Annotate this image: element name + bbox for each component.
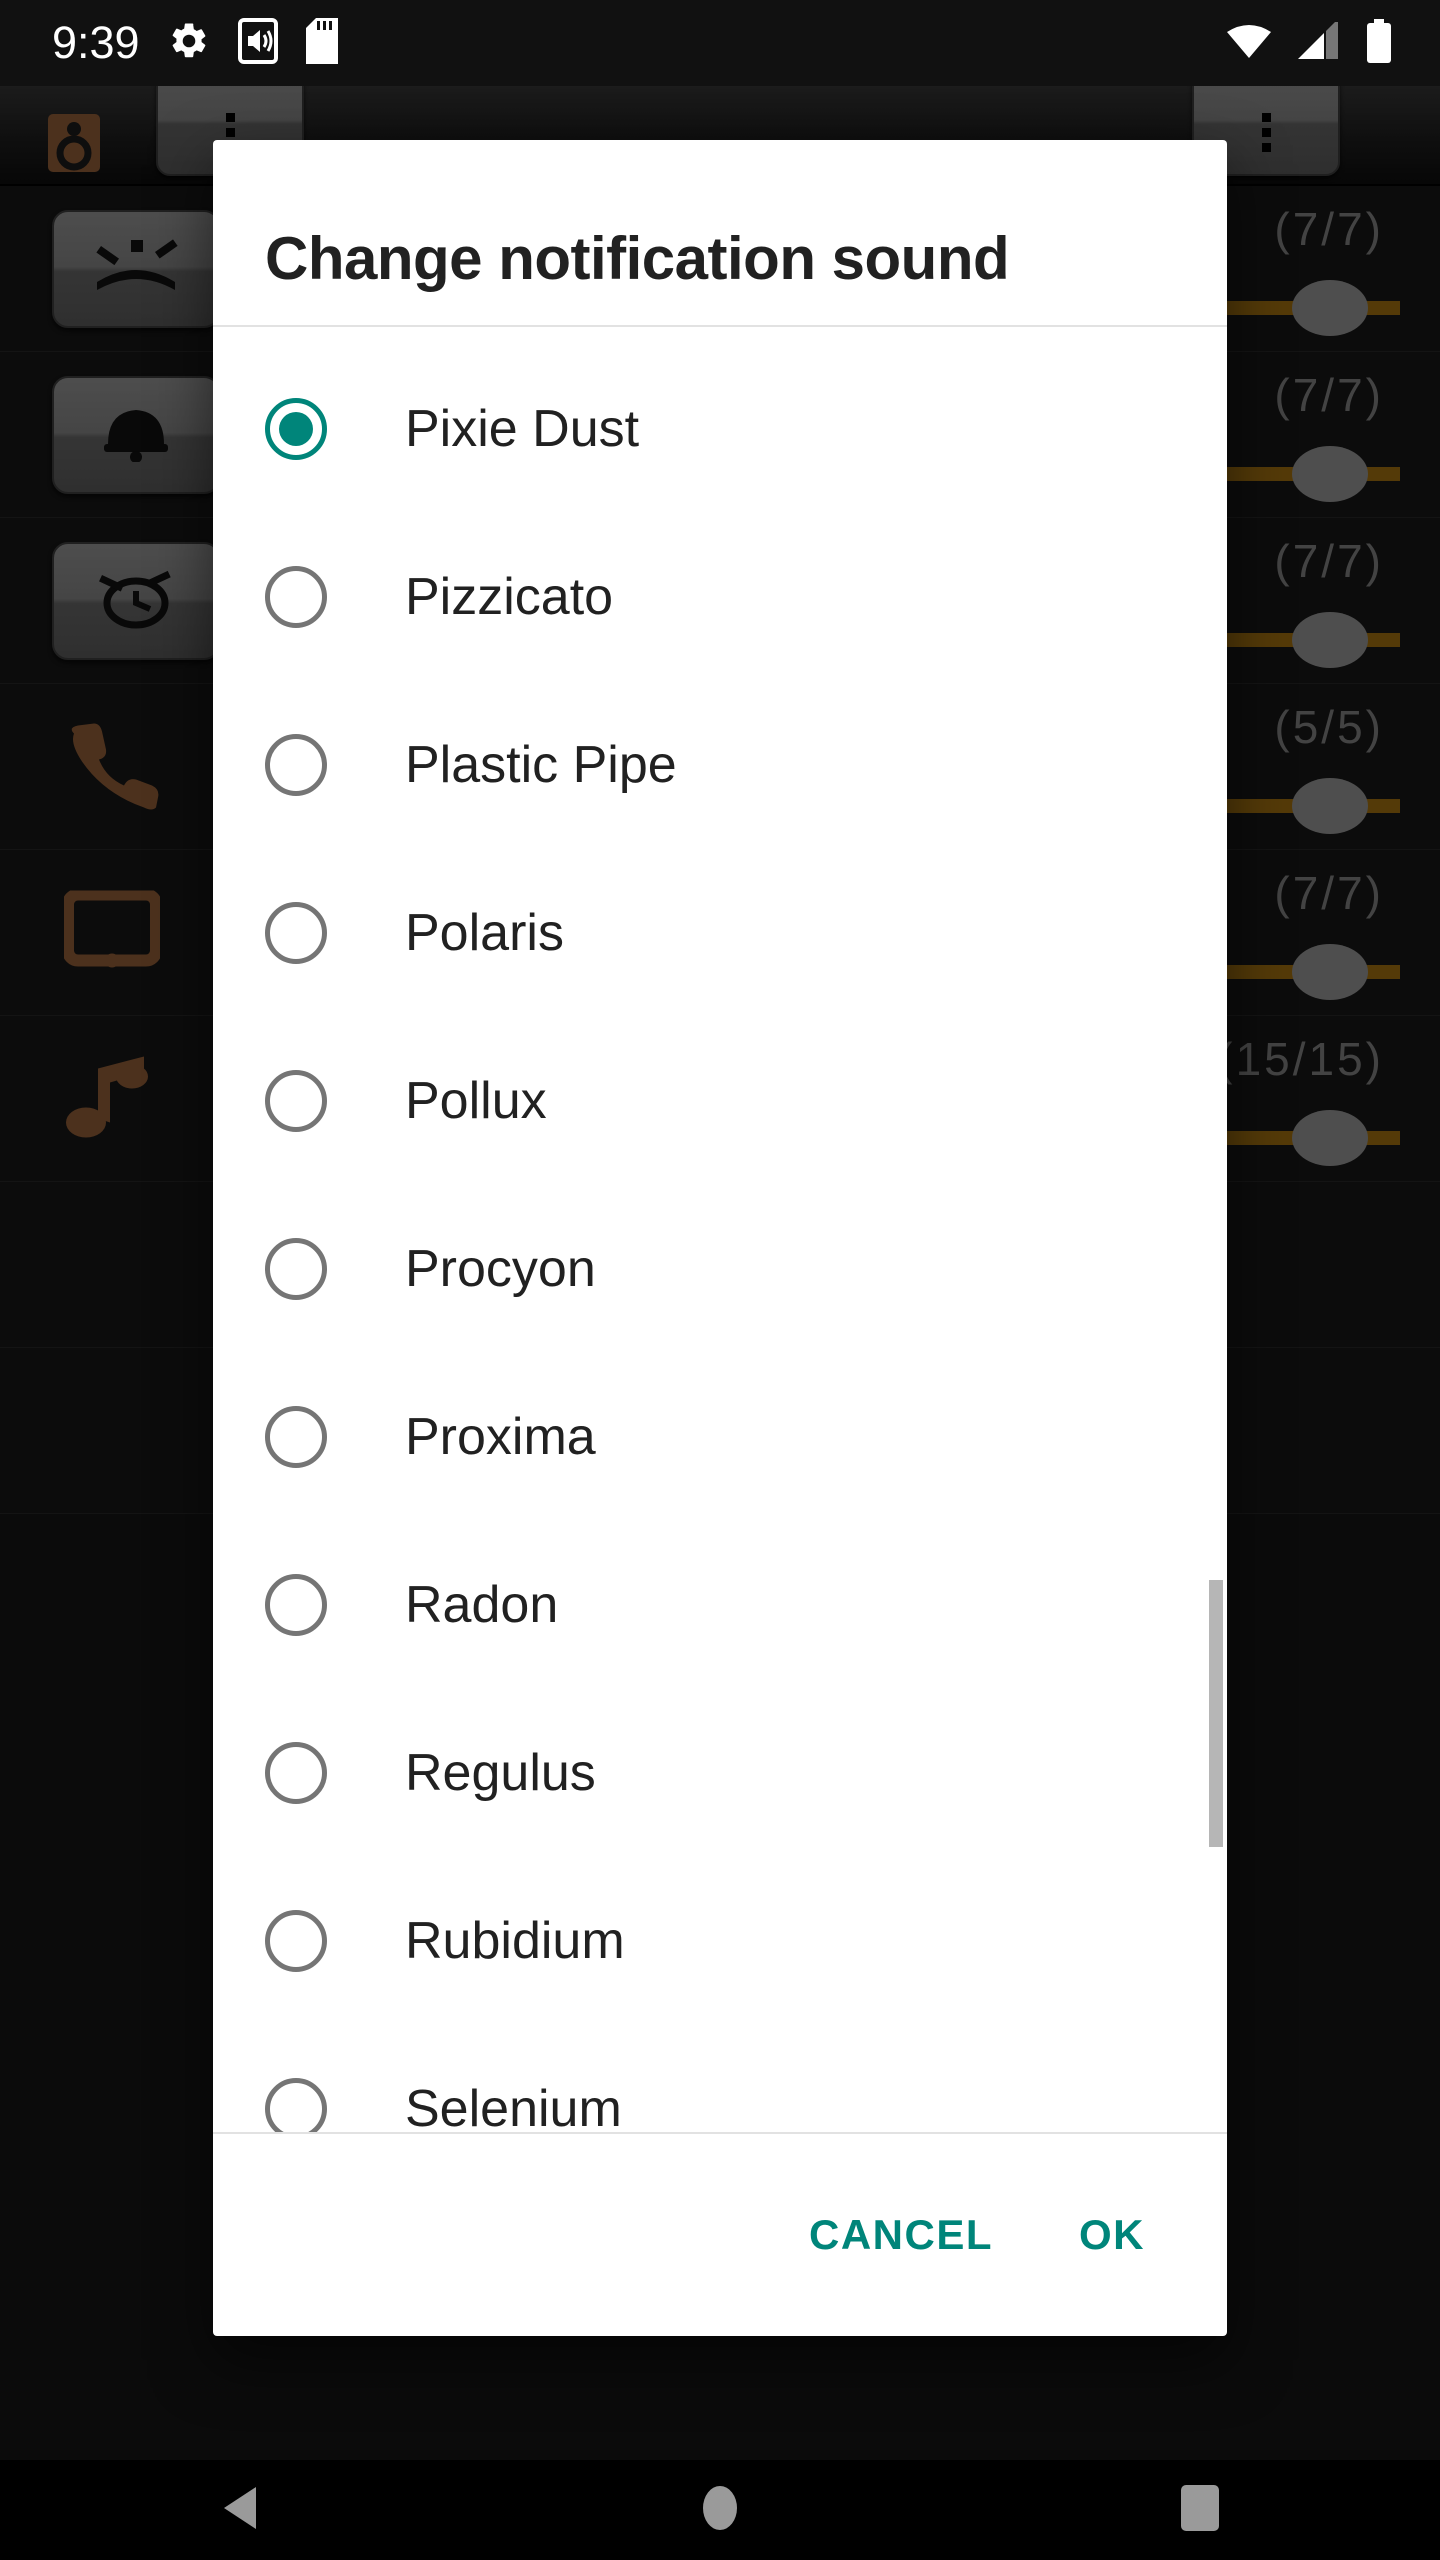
sound-option-pollux[interactable]: Pollux: [213, 1017, 1227, 1185]
sound-option-regulus[interactable]: Regulus: [213, 1689, 1227, 1857]
sound-option-label: Pixie Dust: [405, 400, 640, 459]
radio-button-icon[interactable]: [265, 902, 327, 965]
status-bar: 9:39: [0, 0, 1440, 86]
sound-option-label: Pizzicato: [405, 568, 614, 627]
dialog-title: Change notification sound: [265, 225, 1010, 293]
radio-button-icon[interactable]: [265, 398, 327, 461]
sound-option-proxima[interactable]: Proxima: [213, 1353, 1227, 1521]
sound-option-label: Rubidium: [405, 1912, 625, 1971]
radio-button-icon[interactable]: [265, 2078, 327, 2132]
recents-button[interactable]: [1110, 2460, 1290, 2560]
gear-icon: [168, 20, 210, 67]
sound-option-radon[interactable]: Radon: [213, 1521, 1227, 1689]
sound-option-list[interactable]: Pixie Dust Pizzicato Plastic Pipe Polari…: [213, 327, 1227, 2132]
wifi-icon: [1226, 22, 1272, 65]
navigation-bar: [0, 2460, 1440, 2560]
radio-button-icon[interactable]: [265, 734, 327, 797]
sound-option-label: Polaris: [405, 904, 564, 963]
radio-button-icon[interactable]: [265, 1574, 327, 1637]
cancel-button[interactable]: CANCEL: [779, 2189, 1023, 2281]
radio-button-icon[interactable]: [265, 566, 327, 629]
sound-option-label: Proxima: [405, 1408, 596, 1467]
ok-button[interactable]: OK: [1049, 2189, 1175, 2281]
recents-icon: [1178, 2483, 1222, 2538]
sound-option-label: Pollux: [405, 1072, 547, 1131]
sound-option-plastic-pipe[interactable]: Plastic Pipe: [213, 681, 1227, 849]
dialog-button-bar: CANCEL OK: [213, 2134, 1227, 2336]
sound-option-selenium[interactable]: Selenium: [213, 2025, 1227, 2132]
sound-option-pixie-dust[interactable]: Pixie Dust: [213, 345, 1227, 513]
radio-button-icon[interactable]: [265, 1910, 327, 1973]
dialog-scrollbar-thumb[interactable]: [1209, 1580, 1223, 1848]
sound-option-label: Regulus: [405, 1744, 596, 1803]
sound-option-label: Procyon: [405, 1240, 596, 1299]
sound-option-procyon[interactable]: Procyon: [213, 1185, 1227, 1353]
radio-button-icon[interactable]: [265, 1070, 327, 1133]
home-icon: [700, 2484, 740, 2537]
sd-card-icon: [305, 17, 338, 69]
sound-option-rubidium[interactable]: Rubidium: [213, 1857, 1227, 2025]
sound-option-label: Selenium: [405, 2080, 622, 2132]
radio-button-icon[interactable]: [265, 1742, 327, 1805]
change-notification-sound-dialog: Change notification sound Pixie Dust Piz…: [213, 140, 1227, 2336]
radio-button-icon[interactable]: [265, 1406, 327, 1469]
battery-icon: [1366, 18, 1392, 68]
back-button[interactable]: [150, 2460, 330, 2560]
sound-option-label: Radon: [405, 1576, 559, 1635]
home-button[interactable]: [630, 2460, 810, 2560]
status-bar-right: [1226, 18, 1440, 68]
cellular-signal-icon: [1298, 18, 1340, 65]
sound-option-pizzicato[interactable]: Pizzicato: [213, 513, 1227, 681]
status-bar-left: 9:39: [0, 17, 338, 69]
status-bar-clock: 9:39: [52, 17, 140, 68]
sound-option-label: Plastic Pipe: [405, 736, 677, 795]
back-icon: [220, 2485, 260, 2536]
volume-box-icon: [237, 17, 278, 69]
radio-button-icon[interactable]: [265, 1238, 327, 1301]
sound-option-polaris[interactable]: Polaris: [213, 849, 1227, 1017]
phone-screen: (7/7) (7/7) (7/7) (5/5) (7/7) (15/15) 9:…: [0, 0, 1440, 2560]
